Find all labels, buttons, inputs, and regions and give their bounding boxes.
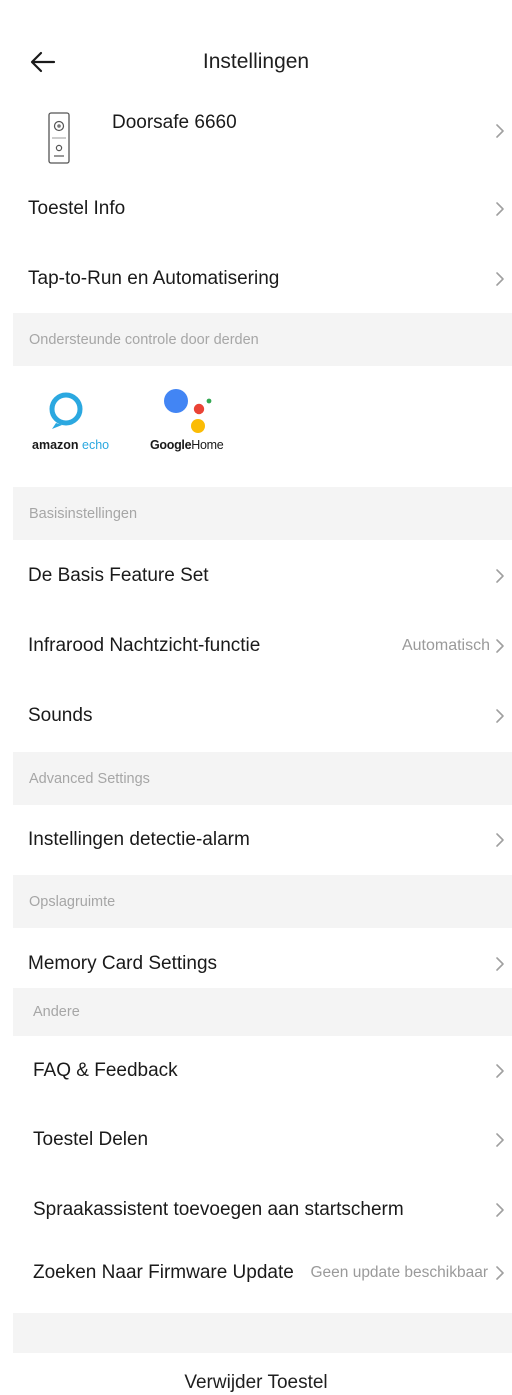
chevron-right-icon (496, 569, 504, 583)
infrarood-label: Infrarood Nachtzicht-functie (28, 635, 261, 656)
chevron-right-icon (496, 202, 504, 216)
section-label: Basisinstellingen (29, 505, 138, 522)
chevron-right-icon (496, 1203, 504, 1217)
chevron-right-icon (496, 957, 504, 971)
amazon-brand-text: amazon (32, 438, 79, 452)
remove-device-button[interactable]: Verwijder Toestel (0, 1372, 512, 1394)
google-assistant-icon (164, 389, 212, 433)
firmware-update-label: Zoeken Naar Firmware Update (33, 1262, 294, 1283)
google-brand-text: Google (150, 438, 192, 452)
section-basis: Basisinstellingen (13, 487, 512, 540)
chevron-right-icon (496, 1064, 504, 1078)
firmware-update-row[interactable]: Zoeken Naar Firmware Update Geen update … (0, 1239, 512, 1307)
google-home-label: GoogleHome (150, 438, 224, 452)
basis-feature-row[interactable]: De Basis Feature Set (0, 542, 512, 610)
chevron-right-icon (496, 124, 504, 138)
section-advanced: Advanced Settings (13, 752, 512, 805)
chevron-right-icon (496, 709, 504, 723)
device-name: Doorsafe 6660 (112, 112, 237, 133)
toestel-info-row[interactable]: Toestel Info (0, 175, 512, 243)
infrarood-value: Automatisch (401, 637, 490, 654)
spraakassistent-row[interactable]: Spraakassistent toevoegen aan startscher… (0, 1176, 512, 1244)
sounds-row[interactable]: Sounds (0, 682, 512, 750)
detectie-alarm-label: Instellingen detectie-alarm (28, 829, 250, 850)
firmware-update-value: Geen update beschikbaar (310, 1264, 488, 1281)
assistants-area: amazon echo GoogleHome (0, 366, 512, 486)
sounds-label: Sounds (28, 705, 93, 726)
tap-to-run-row[interactable]: Tap-to-Run en Automatisering (0, 245, 512, 313)
section-andere: Andere (13, 988, 512, 1036)
detectie-alarm-row[interactable]: Instellingen detectie-alarm (0, 806, 512, 874)
infrarood-row[interactable]: Infrarood Nachtzicht-functie Automatisch (0, 612, 512, 680)
google-home-tile[interactable]: GoogleHome (148, 386, 238, 466)
tap-to-run-label: Tap-to-Run en Automatisering (28, 268, 280, 289)
chevron-right-icon (496, 1266, 504, 1280)
section-third-party: Ondersteunde controle door derden (13, 313, 512, 366)
chevron-right-icon (496, 833, 504, 847)
doorbell-icon (48, 112, 70, 164)
echo-product-text: echo (82, 438, 110, 452)
section-label: Andere (33, 1004, 80, 1020)
section-label: Ondersteunde controle door derden (29, 331, 259, 348)
spraakassistent-label: Spraakassistent toevoegen aan startscher… (33, 1199, 404, 1220)
alexa-ring-icon (49, 392, 83, 429)
amazon-echo-label: amazon echo (32, 438, 109, 452)
section-label: Advanced Settings (29, 770, 150, 787)
chevron-right-icon (496, 639, 504, 653)
chevron-right-icon (496, 272, 504, 286)
section-divider (13, 1313, 512, 1353)
amazon-echo-tile[interactable]: amazon echo (32, 386, 114, 466)
section-opslag: Opslagruimte (13, 875, 512, 928)
faq-feedback-row[interactable]: FAQ & Feedback (0, 1037, 512, 1105)
faq-feedback-label: FAQ & Feedback (33, 1060, 178, 1081)
toestel-delen-label: Toestel Delen (33, 1129, 149, 1150)
device-row[interactable]: Doorsafe 6660 (0, 100, 512, 180)
header: Instellingen (0, 40, 512, 84)
toestel-delen-row[interactable]: Toestel Delen (0, 1106, 512, 1174)
section-label: Opslagruimte (29, 893, 116, 910)
page-title: Instellingen (202, 50, 310, 73)
chevron-right-icon (496, 1133, 504, 1147)
basis-feature-label: De Basis Feature Set (28, 565, 209, 586)
toestel-info-label: Toestel Info (28, 198, 126, 219)
home-product-text: Home (191, 438, 224, 452)
memory-card-label: Memory Card Settings (28, 953, 218, 974)
